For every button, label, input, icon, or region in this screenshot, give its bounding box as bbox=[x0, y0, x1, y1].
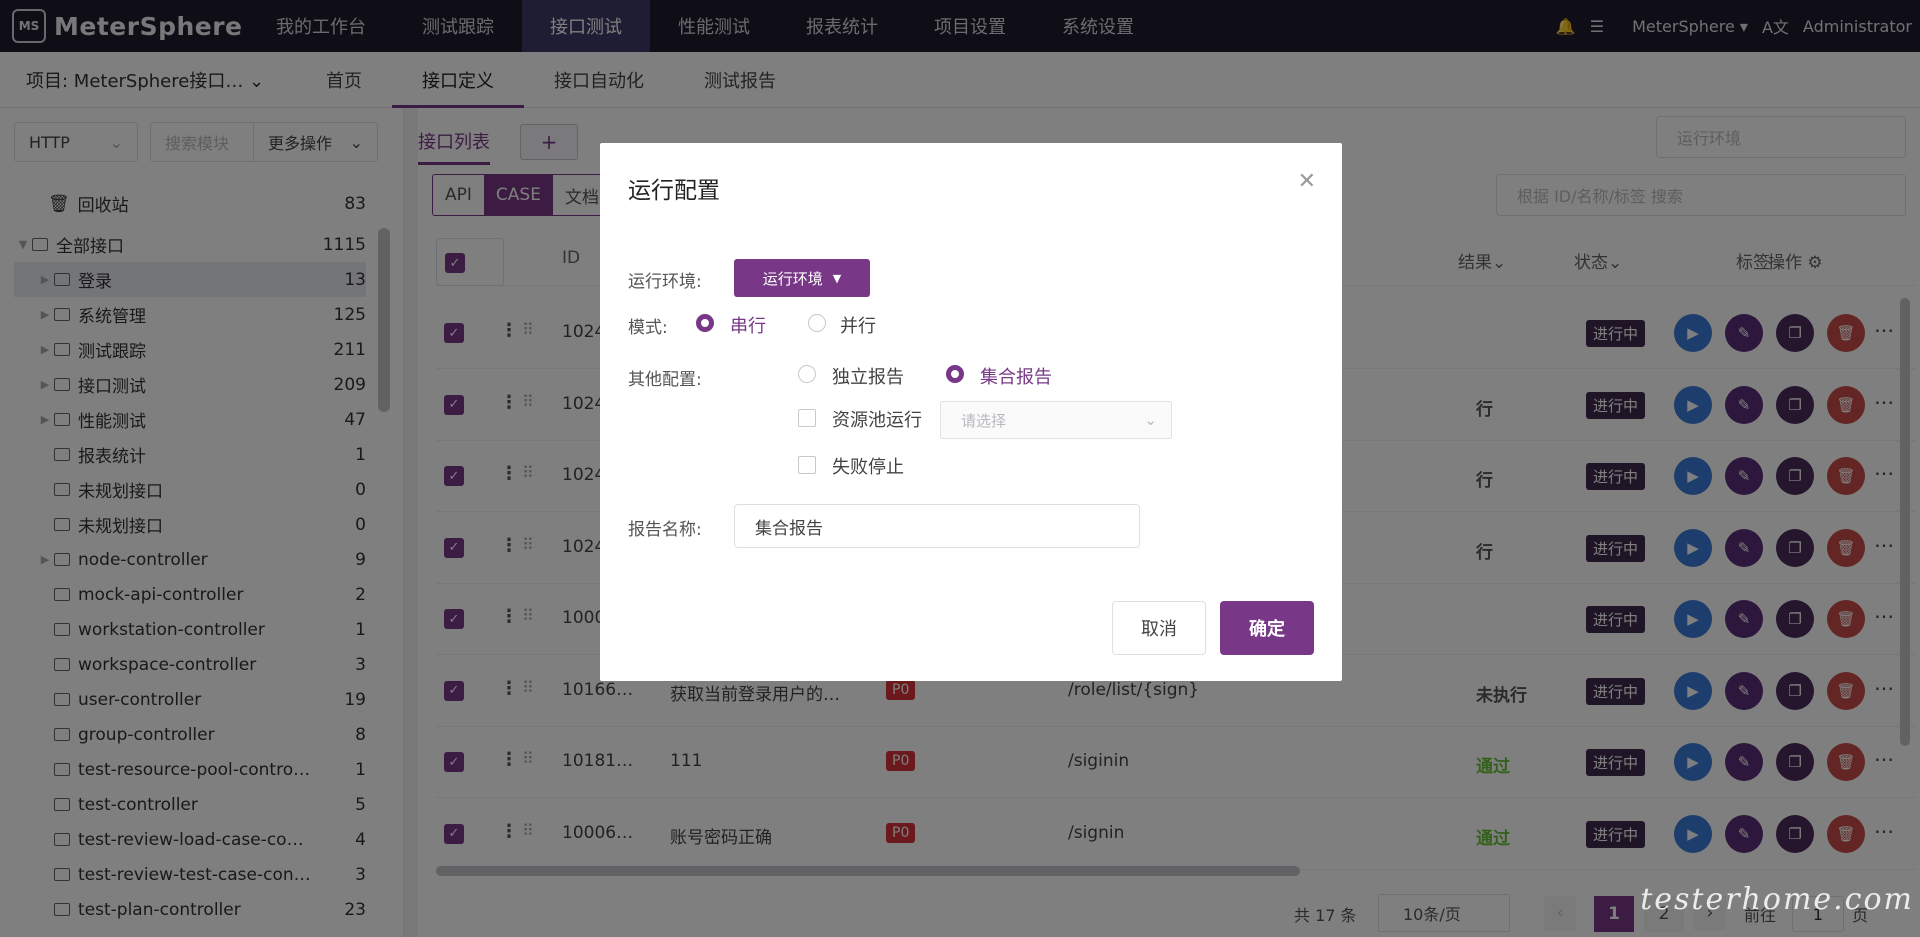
chevron-down-icon: ⌄ bbox=[1144, 411, 1157, 429]
cancel-button[interactable]: 取消 bbox=[1112, 601, 1206, 655]
radio-parallel-label[interactable]: 并行 bbox=[840, 312, 876, 338]
close-icon[interactable]: ✕ bbox=[1298, 169, 1316, 194]
checkbox-pool-run[interactable] bbox=[798, 409, 816, 427]
radio-parallel[interactable] bbox=[808, 314, 826, 332]
env-label: 运行环境: bbox=[628, 272, 702, 292]
report-name-label: 报告名称: bbox=[628, 520, 702, 540]
run-config-dialog: 运行配置 ✕ 运行环境: 运行环境 ▼ 模式: 串行 并行 其他配置: 独立报告… bbox=[600, 143, 1342, 681]
radio-combined-report-label[interactable]: 集合报告 bbox=[980, 363, 1052, 389]
radio-serial-label[interactable]: 串行 bbox=[730, 312, 766, 338]
caret-down-icon: ▼ bbox=[832, 271, 842, 285]
confirm-button[interactable]: 确定 bbox=[1220, 601, 1314, 655]
radio-combined-report[interactable] bbox=[946, 365, 964, 383]
other-config-label: 其他配置: bbox=[628, 370, 702, 390]
pool-select[interactable]: 请选择 ⌄ bbox=[940, 401, 1172, 439]
radio-independent-report-label[interactable]: 独立报告 bbox=[832, 363, 904, 389]
watermark: testerhome.com bbox=[1640, 882, 1914, 917]
mode-label: 模式: bbox=[628, 318, 668, 338]
dialog-title: 运行配置 bbox=[628, 178, 720, 204]
radio-independent-report[interactable] bbox=[798, 365, 816, 383]
checkbox-fail-stop[interactable] bbox=[798, 456, 816, 474]
env-dropdown-button[interactable]: 运行环境 ▼ bbox=[734, 259, 870, 297]
radio-serial[interactable] bbox=[696, 314, 714, 332]
checkbox-pool-run-label[interactable]: 资源池运行 bbox=[832, 406, 922, 432]
report-name-input[interactable]: 集合报告 bbox=[734, 504, 1140, 548]
checkbox-fail-stop-label[interactable]: 失败停止 bbox=[832, 453, 904, 479]
